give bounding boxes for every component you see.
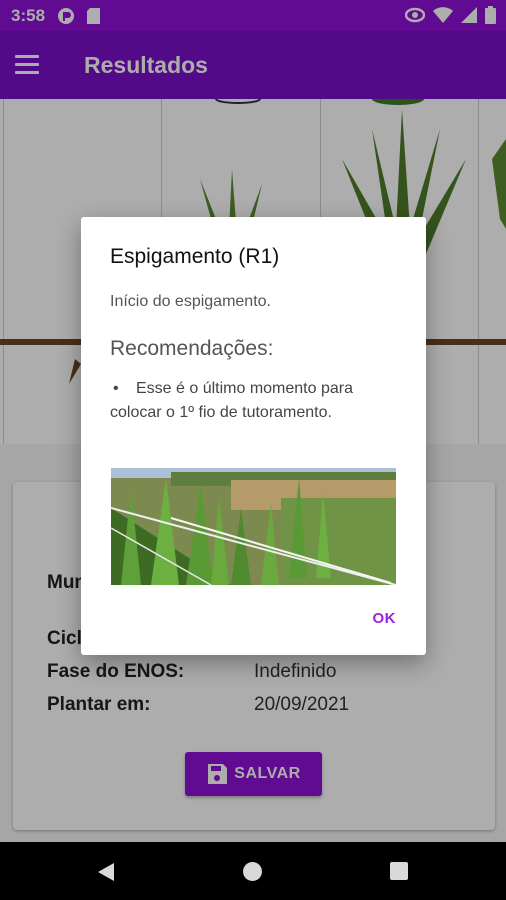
- back-icon[interactable]: [97, 862, 115, 882]
- dialog-ok-button[interactable]: OK: [373, 610, 397, 627]
- home-icon[interactable]: [243, 862, 262, 881]
- dialog-title: Espigamento (R1): [110, 245, 280, 268]
- recommendation-item: • Esse é o último momento para colocar o …: [110, 377, 400, 425]
- recents-icon[interactable]: [390, 862, 408, 880]
- gladiolus-field-photo: [111, 468, 396, 585]
- dialog-description: Início do espigamento.: [110, 293, 271, 310]
- recommendations-title: Recomendações:: [110, 337, 274, 360]
- recommendation-text: Esse é o último momento para colocar o 1…: [110, 380, 353, 421]
- bullet-icon: •: [113, 380, 119, 397]
- stage-dialog: Espigamento (R1) Início do espigamento. …: [81, 217, 426, 655]
- system-nav-bar: [0, 842, 506, 900]
